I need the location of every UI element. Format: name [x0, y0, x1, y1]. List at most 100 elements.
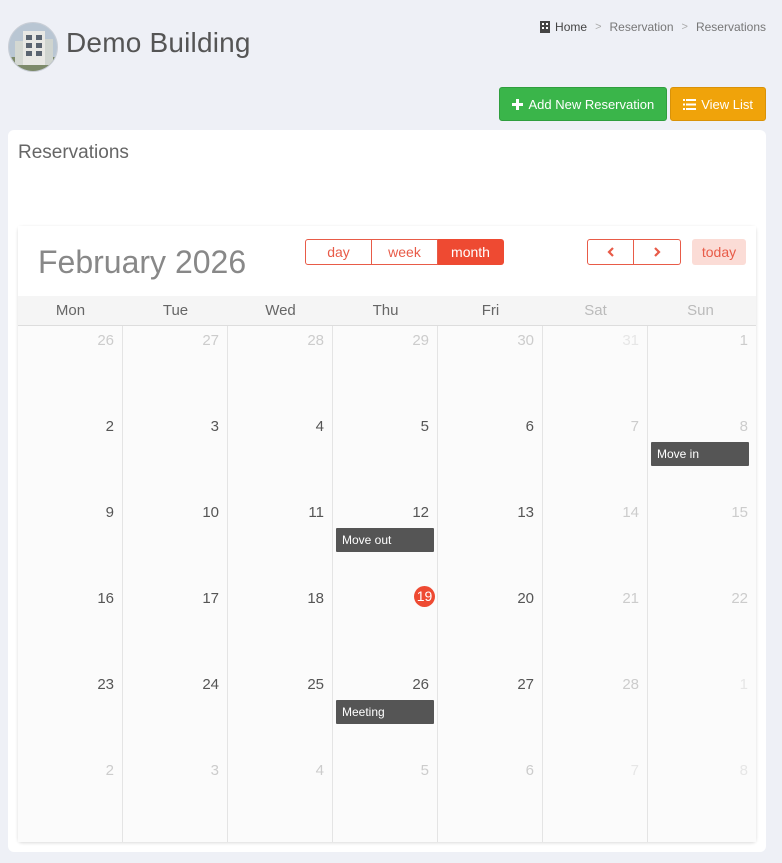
- chevron-right-icon: [654, 247, 661, 257]
- day-cell[interactable]: 30: [438, 326, 543, 412]
- weekday-label: Tue: [162, 302, 189, 319]
- day-cell[interactable]: 12 Move out: [333, 498, 438, 584]
- day-cell[interactable]: 28: [228, 326, 333, 412]
- calendar-event[interactable]: Move out: [336, 528, 434, 552]
- day-cell[interactable]: 31: [543, 326, 648, 412]
- weekday-label: Thu: [372, 302, 399, 319]
- weekday-header: Mon Tue Wed Thu Fri Sat Sun: [18, 296, 756, 326]
- breadcrumb-home[interactable]: Home: [540, 20, 587, 34]
- day-cell[interactable]: 6: [438, 412, 543, 498]
- day-number: 24: [202, 676, 219, 693]
- day-cell[interactable]: 26: [18, 326, 123, 412]
- day-cell[interactable]: 27: [438, 670, 543, 756]
- breadcrumb-reservations: Reservations: [695, 20, 766, 34]
- day-cell[interactable]: 5: [333, 412, 438, 498]
- day-cell[interactable]: 20: [438, 584, 543, 670]
- day-cell[interactable]: 10: [123, 498, 228, 584]
- weekday-label: Sat: [584, 302, 607, 319]
- weekday-label: Mon: [55, 302, 86, 319]
- day-cell[interactable]: 7: [543, 756, 648, 842]
- day-cell[interactable]: 9: [18, 498, 123, 584]
- day-cell[interactable]: 4: [228, 412, 333, 498]
- day-number: 8: [739, 762, 748, 779]
- breadcrumb-home-label: Home: [555, 20, 588, 34]
- building-name: Demo Building: [66, 27, 251, 58]
- plus-icon: [512, 98, 524, 110]
- day-cell[interactable]: 8: [648, 756, 756, 842]
- day-cell[interactable]: 6: [438, 756, 543, 842]
- week-row: 16 17 18 19 20 21 22: [18, 584, 756, 670]
- day-cell[interactable]: 7: [543, 412, 648, 498]
- add-reservation-button[interactable]: Add New Reservation: [499, 87, 668, 121]
- day-cell[interactable]: 15: [648, 498, 756, 584]
- calendar: February 2026 day week month today Mon T…: [18, 226, 756, 842]
- day-cell[interactable]: 4: [228, 756, 333, 842]
- day-number: 6: [525, 418, 534, 435]
- next-month-button[interactable]: [634, 239, 681, 265]
- day-cell[interactable]: 26 Meeting: [333, 670, 438, 756]
- day-cell[interactable]: 24: [123, 670, 228, 756]
- day-cell[interactable]: 23: [18, 670, 123, 756]
- day-cell[interactable]: 29: [333, 326, 438, 412]
- view-week-button[interactable]: week: [372, 239, 438, 265]
- day-cell[interactable]: 21: [543, 584, 648, 670]
- weekday-label: Sun: [687, 302, 714, 319]
- day-number: 27: [517, 676, 534, 693]
- day-cell[interactable]: 28: [543, 670, 648, 756]
- day-number: 5: [420, 418, 429, 435]
- day-cell[interactable]: 1: [648, 670, 756, 756]
- day-cell[interactable]: 16: [18, 584, 123, 670]
- day-number: 23: [97, 676, 114, 693]
- day-cell[interactable]: 8 Move in: [648, 412, 756, 498]
- chevron-left-icon: [606, 247, 614, 257]
- building-icon: [540, 21, 551, 33]
- month-title: February 2026: [38, 244, 247, 280]
- weekday-label: Wed: [265, 302, 296, 319]
- day-cell[interactable]: 13: [438, 498, 543, 584]
- day-number: 30: [517, 332, 534, 349]
- day-number: 16: [97, 590, 114, 607]
- day-number: 2: [105, 762, 114, 779]
- day-cell[interactable]: 27: [123, 326, 228, 412]
- day-number: 11: [308, 504, 324, 521]
- day-cell[interactable]: 3: [123, 756, 228, 842]
- calendar-event[interactable]: Move in: [651, 442, 749, 466]
- day-cell[interactable]: 18: [228, 584, 333, 670]
- day-number: 19: [414, 586, 435, 607]
- day-cell[interactable]: 17: [123, 584, 228, 670]
- breadcrumb-reservation[interactable]: Reservation: [610, 20, 674, 34]
- day-cell[interactable]: 14: [543, 498, 648, 584]
- day-number: 1: [739, 676, 748, 693]
- day-number: 20: [517, 590, 534, 607]
- view-month-button[interactable]: month: [438, 239, 504, 265]
- list-icon: [683, 98, 697, 110]
- prev-month-button[interactable]: [587, 239, 634, 265]
- day-cell[interactable]: 2: [18, 756, 123, 842]
- day-cell[interactable]: 3: [123, 412, 228, 498]
- day-cell[interactable]: 5: [333, 756, 438, 842]
- day-number: 17: [202, 590, 219, 607]
- day-cell[interactable]: 22: [648, 584, 756, 670]
- breadcrumb-separator: >: [681, 21, 688, 33]
- day-number: 27: [202, 332, 219, 349]
- view-day-button[interactable]: day: [305, 239, 372, 265]
- day-cell[interactable]: 1: [648, 326, 756, 412]
- day-cell[interactable]: 2: [18, 412, 123, 498]
- action-buttons: Add New Reservation View List: [499, 87, 766, 121]
- day-number: 31: [622, 332, 639, 349]
- view-switcher: day week month: [305, 239, 504, 265]
- day-cell-today[interactable]: 19: [333, 584, 438, 670]
- day-number: 22: [731, 590, 748, 607]
- day-number: 2: [105, 418, 114, 435]
- calendar-event[interactable]: Meeting: [336, 700, 434, 724]
- today-button[interactable]: today: [692, 239, 746, 265]
- week-row: 2 3 4 5 6 7 8: [18, 756, 756, 842]
- day-number: 26: [97, 332, 114, 349]
- calendar-header: February 2026 day week month today: [18, 226, 756, 296]
- day-number: 29: [412, 332, 429, 349]
- day-cell[interactable]: 25: [228, 670, 333, 756]
- view-list-button[interactable]: View List: [670, 87, 766, 121]
- week-row: 9 10 11 12 Move out 13 14 15: [18, 498, 756, 584]
- day-number: 8: [739, 418, 748, 435]
- day-cell[interactable]: 11: [228, 498, 333, 584]
